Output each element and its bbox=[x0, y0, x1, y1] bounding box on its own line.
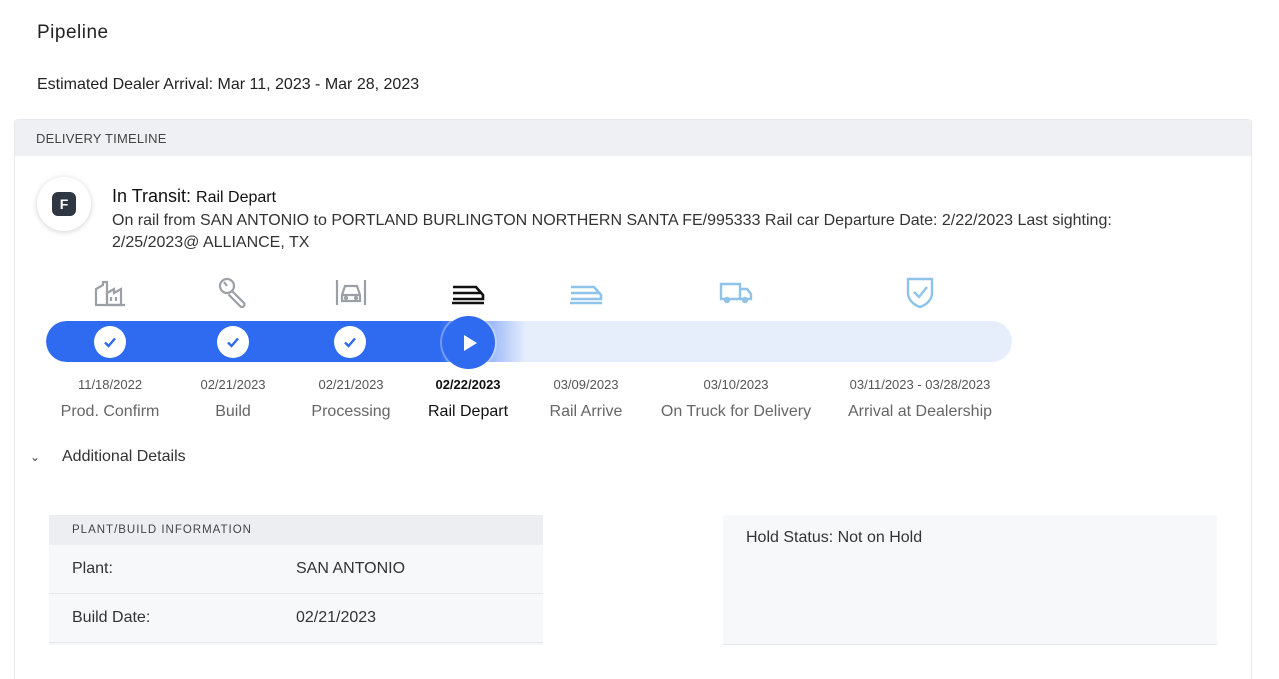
additional-details-label: Additional Details bbox=[62, 448, 186, 465]
stage-label: Arrival at Dealership bbox=[847, 403, 993, 420]
stage-label: Rail Arrive bbox=[549, 403, 623, 420]
stage-date: 02/21/2023 bbox=[318, 377, 384, 392]
progress-track bbox=[46, 321, 1012, 362]
truck-icon bbox=[716, 274, 756, 310]
stage-complete-check-icon bbox=[217, 326, 249, 358]
additional-details-toggle[interactable]: ⌄ Additional Details bbox=[30, 448, 186, 466]
stage-date: 03/09/2023 bbox=[553, 377, 619, 392]
wrench-icon bbox=[213, 274, 253, 310]
train-arrive-icon bbox=[566, 274, 606, 310]
stage-label: Build bbox=[215, 403, 251, 420]
stage-label: Prod. Confirm bbox=[60, 403, 160, 420]
status-description: On rail from SAN ANTONIO to PORTLAND BUR… bbox=[112, 212, 1112, 251]
status-main: In Transit: bbox=[112, 186, 192, 206]
chevron-down-icon: ⌄ bbox=[30, 450, 41, 464]
stage-date: 11/18/2022 bbox=[77, 377, 143, 392]
info-row: Plant: SAN ANTONIO bbox=[49, 545, 543, 594]
status-badge-wrap: F bbox=[37, 177, 91, 231]
plant-build-header: PLANT/BUILD INFORMATION bbox=[49, 515, 543, 545]
page-title: Pipeline bbox=[37, 22, 109, 43]
stage-label: On Truck for Delivery bbox=[660, 403, 812, 420]
info-key: Build Date: bbox=[72, 609, 151, 626]
estimated-arrival: Estimated Dealer Arrival: Mar 11, 2023 -… bbox=[37, 76, 419, 94]
stage-date: 03/10/2023 bbox=[703, 377, 769, 392]
train-icon bbox=[448, 274, 488, 310]
eta-value: Mar 11, 2023 - Mar 28, 2023 bbox=[217, 76, 420, 93]
hold-status-box: Hold Status: Not on Hold bbox=[723, 515, 1217, 645]
stage-complete-check-icon bbox=[334, 326, 366, 358]
card-header: DELIVERY TIMELINE bbox=[15, 120, 1251, 156]
stage-date: 02/21/2023 bbox=[200, 377, 266, 392]
stage-complete-check-icon bbox=[94, 326, 126, 358]
stage-date: 03/11/2023 - 03/28/2023 bbox=[849, 377, 991, 392]
stage-label-current: Rail Depart bbox=[427, 403, 509, 420]
current-stage-play-icon bbox=[442, 316, 495, 369]
stage-label: Processing bbox=[311, 403, 391, 420]
status-sub: Rail Depart bbox=[196, 189, 277, 206]
info-value: SAN ANTONIO bbox=[296, 560, 406, 577]
plant-build-info: PLANT/BUILD INFORMATION Plant: SAN ANTON… bbox=[49, 515, 543, 645]
status-heading: In Transit: Rail Depart bbox=[112, 186, 276, 207]
factory-icon bbox=[90, 274, 130, 310]
info-value: 02/21/2023 bbox=[296, 609, 377, 626]
eta-label: Estimated Dealer Arrival: bbox=[37, 76, 214, 93]
info-row: Build Date: 02/21/2023 bbox=[49, 594, 543, 643]
vehicle-front-icon bbox=[331, 274, 371, 310]
stage-date-current: 02/22/2023 bbox=[435, 377, 501, 392]
info-key: Plant: bbox=[72, 560, 113, 577]
status-badge: F bbox=[52, 192, 76, 216]
card-header-title: DELIVERY TIMELINE bbox=[36, 130, 167, 146]
hold-status: Hold Status: Not on Hold bbox=[746, 529, 923, 546]
shield-check-icon bbox=[900, 274, 940, 310]
